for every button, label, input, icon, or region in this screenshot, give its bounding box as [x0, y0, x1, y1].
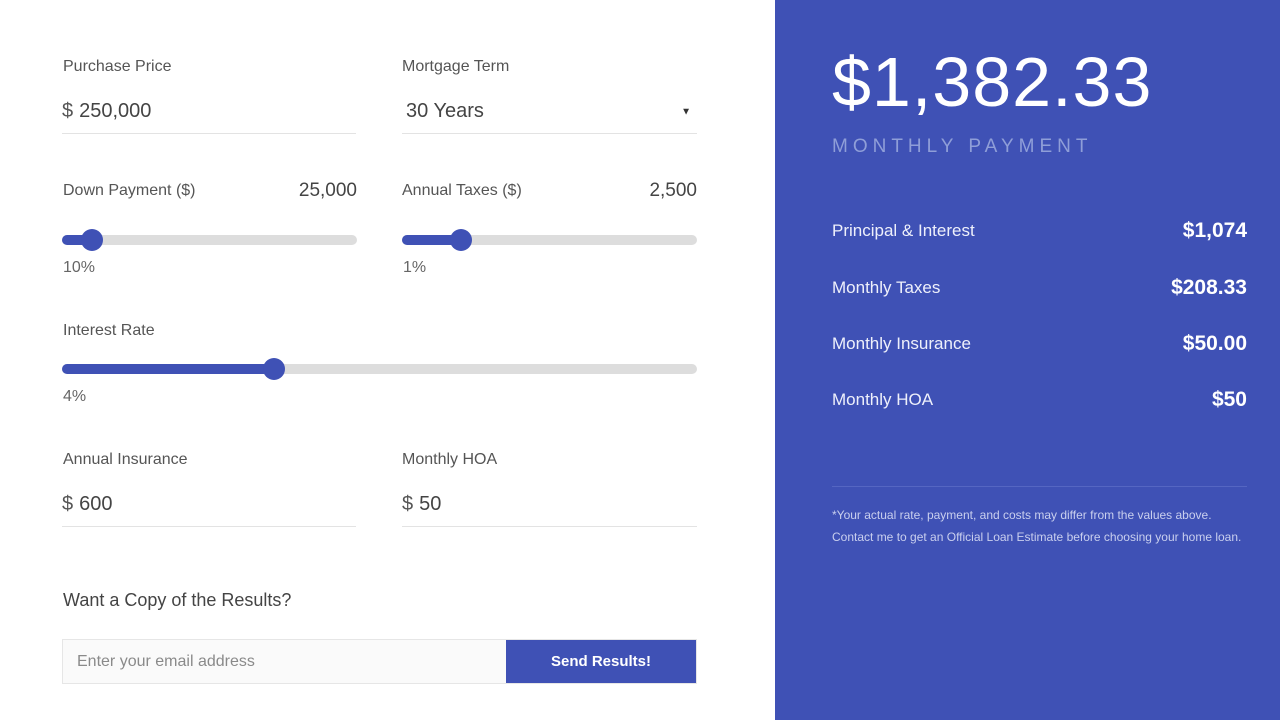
purchase-price-currency: $ — [62, 100, 74, 122]
breakdown-row-monthly-taxes: Monthly Taxes $208.33 — [832, 273, 1247, 303]
annual-taxes-percent: 1% — [403, 259, 427, 276]
email-form: Send Results! — [62, 639, 697, 684]
breakdown-label: Monthly HOA — [832, 390, 934, 409]
down-payment-slider-thumb[interactable] — [80, 229, 103, 251]
interest-rate-percent: 4% — [63, 388, 87, 405]
breakdown-row-monthly-insurance: Monthly Insurance $50.00 — [832, 329, 1247, 359]
annual-taxes-slider-thumb[interactable] — [450, 229, 472, 251]
monthly-hoa-input[interactable]: $ 50 — [402, 483, 697, 527]
disclaimer-text: *Your actual rate, payment, and costs ma… — [832, 508, 1242, 544]
interest-rate-slider-fill — [62, 364, 274, 374]
breakdown-row-principal-interest: Principal & Interest $1,074 — [832, 216, 1247, 246]
purchase-price-label: Purchase Price — [63, 58, 172, 75]
monthly-payment-label: MONTHLY PAYMENT — [832, 136, 1093, 157]
copy-results-heading: Want a Copy of the Results? — [63, 590, 292, 610]
monthly-hoa-currency: $ — [402, 493, 414, 515]
monthly-hoa-value: 50 — [419, 493, 442, 515]
annual-taxes-value: 2,500 — [649, 180, 697, 201]
annual-insurance-currency: $ — [62, 493, 74, 515]
results-divider — [832, 486, 1247, 487]
annual-taxes-slider[interactable] — [402, 229, 697, 251]
interest-rate-slider[interactable] — [62, 358, 697, 380]
annual-insurance-input[interactable]: $ 600 — [62, 483, 356, 527]
monthly-hoa-label: Monthly HOA — [402, 451, 498, 468]
breakdown-value: $50.00 — [1182, 332, 1247, 355]
breakdown-label: Monthly Insurance — [832, 334, 971, 353]
send-results-button[interactable]: Send Results! — [506, 640, 696, 683]
breakdown-value: $50 — [1211, 388, 1247, 411]
results-panel: $1,382.33 MONTHLY PAYMENT Principal & In… — [775, 0, 1280, 720]
interest-rate-slider-thumb[interactable] — [262, 358, 285, 380]
mortgage-term-value: 30 Years — [406, 100, 484, 122]
email-input[interactable] — [63, 640, 506, 683]
mortgage-term-select[interactable]: 30 Years ▼ — [402, 90, 697, 134]
calculator-form: Purchase Price $ 250,000 Mortgage Term 3… — [0, 0, 775, 720]
annual-taxes-label: Annual Taxes ($) — [402, 182, 522, 199]
monthly-payment-amount: $1,382.33 — [832, 43, 1153, 121]
annual-insurance-label: Annual Insurance — [63, 451, 188, 468]
breakdown-value: $208.33 — [1171, 276, 1247, 299]
breakdown-row-monthly-hoa: Monthly HOA $50 — [832, 385, 1247, 415]
down-payment-value: 25,000 — [298, 180, 357, 201]
breakdown-label: Monthly Taxes — [832, 278, 941, 297]
interest-rate-label: Interest Rate — [63, 322, 155, 339]
down-payment-percent: 10% — [63, 259, 96, 276]
down-payment-label: Down Payment ($) — [63, 182, 196, 199]
mortgage-term-label: Mortgage Term — [402, 58, 510, 75]
down-payment-slider[interactable] — [62, 229, 357, 251]
annual-insurance-value: 600 — [79, 493, 113, 515]
breakdown-value: $1,074 — [1182, 219, 1247, 242]
breakdown-label: Principal & Interest — [832, 221, 975, 240]
purchase-price-value: 250,000 — [79, 100, 152, 122]
chevron-down-icon: ▼ — [681, 106, 691, 117]
purchase-price-input[interactable]: $ 250,000 — [62, 90, 356, 134]
